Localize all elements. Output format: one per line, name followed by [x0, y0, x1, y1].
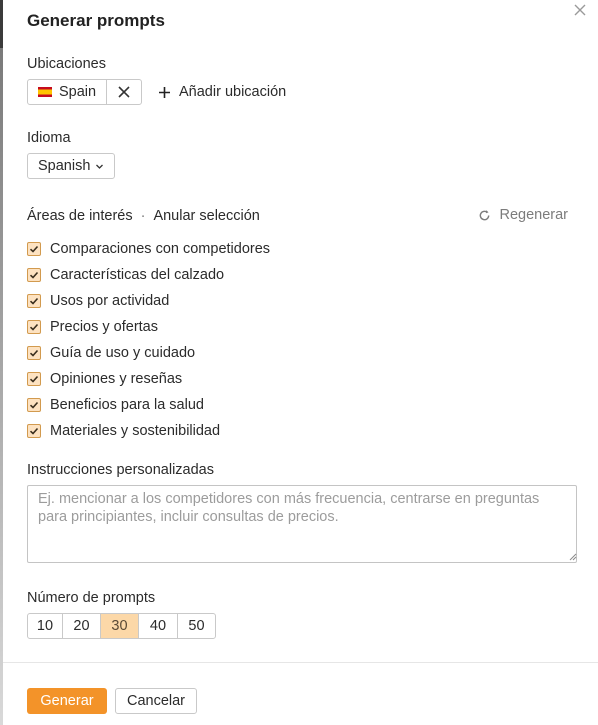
add-location-label: Añadir ubicación: [179, 84, 287, 100]
language-select[interactable]: Spanish: [27, 153, 116, 179]
interest-label: Usos por actividad: [50, 293, 170, 309]
close-icon: [118, 86, 130, 98]
interest-item[interactable]: Guía de uso y cuidado: [27, 340, 270, 366]
check-icon: [29, 375, 39, 383]
interest-label: Beneficios para la salud: [50, 397, 204, 413]
interests-header: Áreas de interés · Anular selección Rege…: [27, 207, 568, 225]
interest-label: Guía de uso y cuidado: [50, 345, 196, 361]
regenerate-label: Regenerar: [499, 207, 568, 223]
separator-dot: ·: [140, 208, 146, 224]
interest-item[interactable]: Usos por actividad: [27, 288, 270, 314]
interest-label: Opiniones y reseñas: [50, 371, 183, 387]
checkbox[interactable]: [27, 294, 41, 308]
chevron-down-icon: [96, 164, 104, 169]
checkbox[interactable]: [27, 346, 41, 360]
check-icon: [29, 245, 39, 253]
check-icon: [29, 349, 39, 357]
language-label: Idioma: [27, 130, 71, 146]
language-selected-value: Spanish: [38, 158, 91, 174]
check-icon: [29, 427, 39, 435]
interests-checklist: Comparaciones con competidores Caracterí…: [27, 236, 270, 444]
interest-item[interactable]: Precios y ofertas: [27, 314, 270, 340]
close-button[interactable]: [571, 2, 589, 20]
regenerate-button[interactable]: Regenerar: [478, 207, 568, 223]
remove-location-button[interactable]: [106, 80, 141, 104]
locations-label: Ubicaciones: [27, 56, 106, 72]
check-icon: [29, 323, 39, 331]
checkbox[interactable]: [27, 268, 41, 282]
footer-divider: [3, 662, 598, 663]
check-icon: [29, 297, 39, 305]
interests-label: Áreas de interés: [27, 208, 133, 224]
prompt-count-label: Número de prompts: [27, 590, 156, 606]
interest-label: Características del calzado: [50, 267, 225, 283]
prompt-count-selector: 10 20 30 40 50: [27, 613, 216, 639]
check-icon: [29, 401, 39, 409]
clear-selection-link[interactable]: Anular selección: [153, 208, 259, 224]
location-chip-label: Spain: [59, 84, 97, 100]
close-icon: [574, 4, 586, 16]
interest-item[interactable]: Opiniones y reseñas: [27, 366, 270, 392]
interest-item[interactable]: Características del calzado: [27, 262, 270, 288]
checkbox[interactable]: [27, 242, 41, 256]
prompt-count-option-20[interactable]: 20: [63, 614, 101, 638]
prompt-count-option-40[interactable]: 40: [139, 614, 178, 638]
dialog-title: Generar prompts: [27, 11, 165, 30]
resize-grip-icon[interactable]: [569, 553, 577, 561]
plus-icon: [159, 86, 170, 98]
checkbox[interactable]: [27, 372, 41, 386]
location-chip-main: Spain: [28, 80, 106, 104]
generate-prompts-dialog: Generar prompts Ubicaciones Spain Añadir…: [3, 0, 598, 725]
interest-label: Precios y ofertas: [50, 319, 158, 335]
interest-item[interactable]: Beneficios para la salud: [27, 392, 270, 418]
prompt-count-option-30[interactable]: 30: [101, 614, 139, 638]
prompt-count-option-50[interactable]: 50: [178, 614, 215, 638]
interest-item[interactable]: Comparaciones con competidores: [27, 236, 270, 262]
add-location-button[interactable]: Añadir ubicación: [158, 79, 286, 105]
interest-item[interactable]: Materiales y sostenibilidad: [27, 418, 270, 444]
cancel-button[interactable]: Cancelar: [115, 688, 197, 714]
spain-flag-icon: [38, 87, 52, 97]
custom-instructions-textarea[interactable]: [27, 485, 577, 563]
refresh-icon: [480, 209, 490, 220]
prompt-count-option-10[interactable]: 10: [28, 614, 63, 638]
checkbox[interactable]: [27, 398, 41, 412]
generate-button[interactable]: Generar: [27, 688, 107, 714]
interest-label: Materiales y sostenibilidad: [50, 423, 221, 439]
check-icon: [29, 271, 39, 279]
checkbox[interactable]: [27, 424, 41, 438]
location-chip-spain: Spain: [27, 79, 143, 105]
checkbox[interactable]: [27, 320, 41, 334]
interest-label: Comparaciones con competidores: [50, 241, 271, 257]
custom-instructions-label: Instrucciones personalizadas: [27, 462, 214, 478]
